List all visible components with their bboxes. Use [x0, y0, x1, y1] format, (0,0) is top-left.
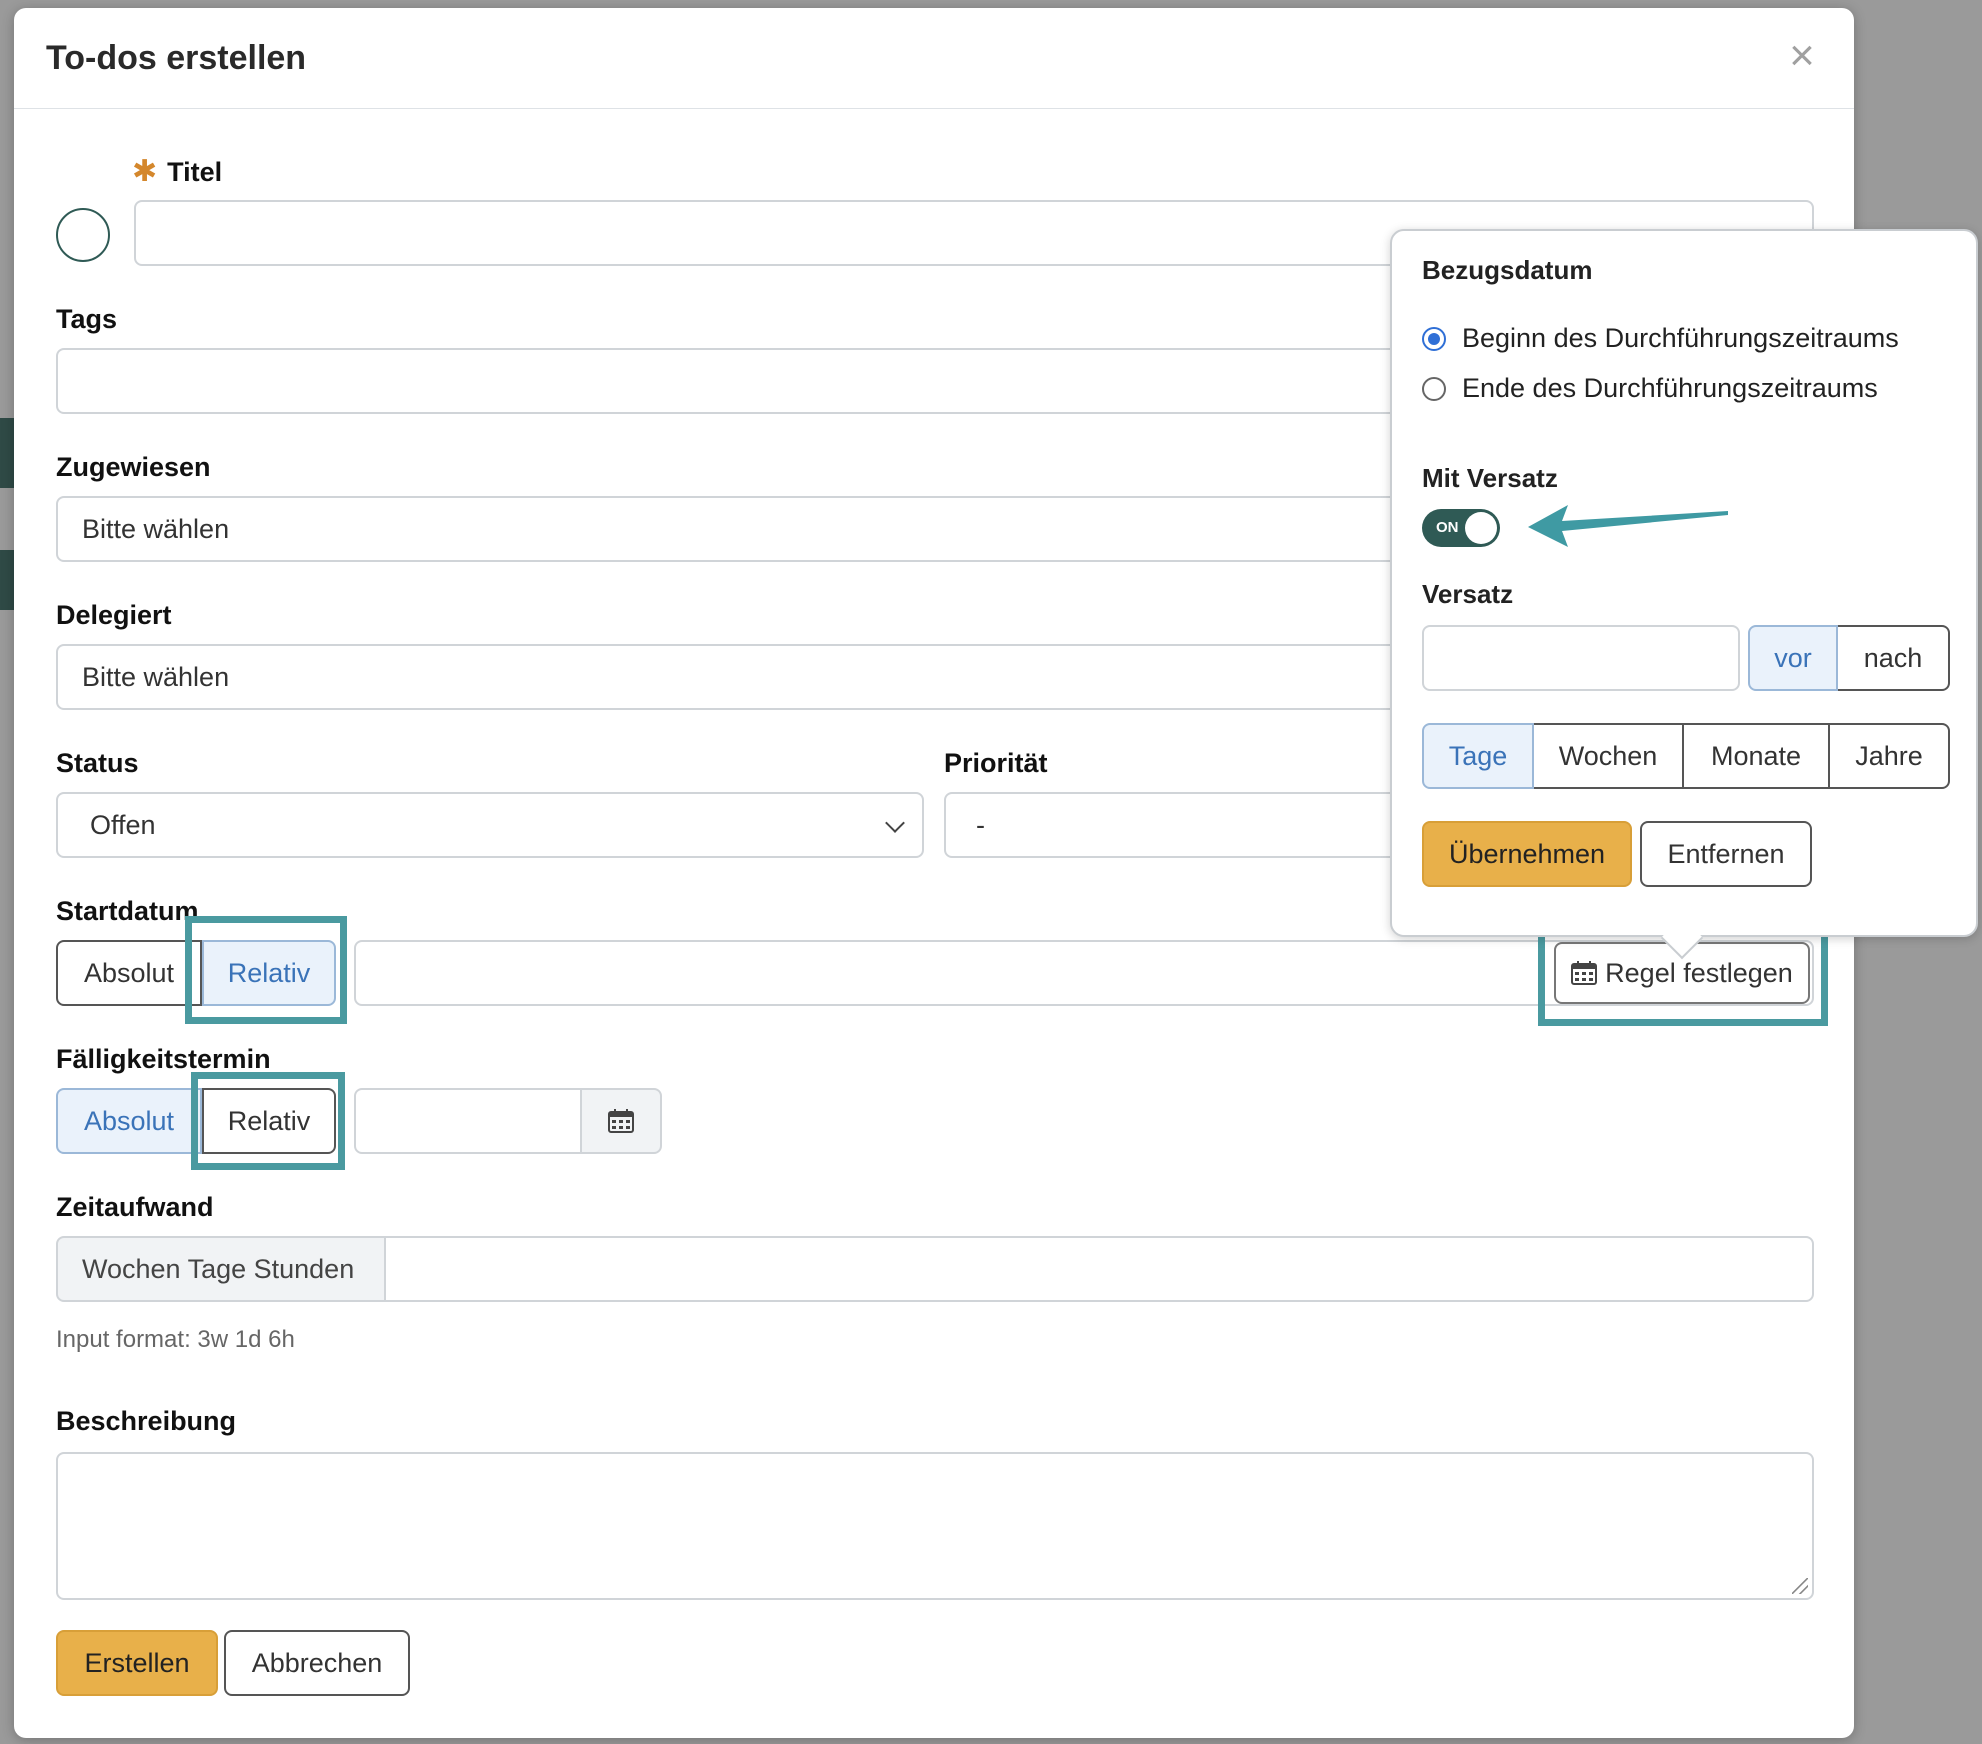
- background-fragment: [0, 418, 14, 488]
- arrow-annotation-icon: [1528, 505, 1728, 547]
- title-label-text: Titel: [167, 157, 223, 187]
- reference-option-end-label: Ende des Durchführungszeitraums: [1462, 373, 1878, 403]
- start-absolute-button[interactable]: Absolut: [56, 940, 202, 1006]
- delegated-label: Delegiert: [56, 600, 172, 630]
- calendar-icon: [608, 1109, 634, 1133]
- reference-option-end[interactable]: Ende des Durchführungszeitraums: [1422, 373, 1878, 404]
- offset-toggle-label: Mit Versatz: [1422, 463, 1558, 493]
- tags-label: Tags: [56, 304, 118, 334]
- delegated-value: Bitte wählen: [82, 661, 230, 692]
- toggle-knob: [1465, 512, 1497, 544]
- effort-label: Zeitaufwand: [56, 1192, 214, 1222]
- create-button[interactable]: Erstellen: [56, 1630, 218, 1696]
- resize-grip-icon[interactable]: [1792, 1578, 1808, 1594]
- reference-option-start[interactable]: Beginn des Durchführungszeitraums: [1422, 323, 1899, 354]
- effort-addon: Wochen Tage Stunden: [56, 1236, 386, 1302]
- highlight-box: [185, 916, 347, 1024]
- required-star-icon: ✱: [132, 155, 158, 188]
- chevron-down-icon: [885, 813, 905, 833]
- priority-label: Priorität: [944, 748, 1048, 778]
- assigned-label: Zugewiesen: [56, 452, 211, 482]
- todo-done-circle[interactable]: [56, 208, 110, 262]
- reference-date-label: Bezugsdatum: [1422, 255, 1593, 285]
- cancel-button[interactable]: Abbrechen: [224, 1630, 410, 1696]
- offset-before-button[interactable]: vor: [1748, 625, 1838, 691]
- remove-button[interactable]: Entfernen: [1640, 821, 1812, 887]
- title-label: ✱ Titel: [132, 154, 222, 189]
- unit-days-button[interactable]: Tage: [1422, 723, 1534, 789]
- offset-direction-group: vor nach: [1748, 625, 1950, 691]
- reference-option-start-label: Beginn des Durchführungszeitraums: [1462, 323, 1899, 353]
- description-label: Beschreibung: [56, 1406, 237, 1436]
- offset-toggle[interactable]: ON: [1422, 509, 1500, 547]
- effort-input[interactable]: [384, 1236, 1814, 1302]
- rule-popover: Bezugsdatum Beginn des Durchführungszeit…: [1390, 229, 1978, 960]
- status-value: Offen: [90, 809, 156, 840]
- toggle-state-label: ON: [1436, 519, 1459, 536]
- unit-years-button[interactable]: Jahre: [1830, 723, 1950, 789]
- due-date-calendar-button[interactable]: [580, 1088, 662, 1154]
- offset-label: Versatz: [1422, 579, 1514, 609]
- description-textarea[interactable]: [56, 1452, 1814, 1600]
- apply-button[interactable]: Übernehmen: [1422, 821, 1632, 887]
- offset-after-button[interactable]: nach: [1838, 625, 1950, 691]
- status-select[interactable]: Offen: [56, 792, 924, 858]
- start-date-label: Startdatum: [56, 896, 199, 926]
- effort-hint: Input format: 3w 1d 6h: [56, 1326, 295, 1353]
- priority-value: -: [976, 809, 985, 840]
- highlight-box: [191, 1072, 345, 1170]
- assigned-value: Bitte wählen: [82, 513, 230, 544]
- radio-start[interactable]: [1422, 326, 1446, 351]
- background-fragment: [0, 550, 14, 610]
- due-date-input[interactable]: [354, 1088, 582, 1154]
- close-icon[interactable]: ×: [1782, 34, 1822, 78]
- offset-input[interactable]: [1422, 625, 1740, 691]
- status-label: Status: [56, 748, 139, 778]
- due-absolute-button[interactable]: Absolut: [56, 1088, 202, 1154]
- due-date-label: Fälligkeitstermin: [56, 1044, 271, 1074]
- unit-months-button[interactable]: Monate: [1684, 723, 1830, 789]
- radio-end[interactable]: [1422, 376, 1446, 401]
- unit-weeks-button[interactable]: Wochen: [1534, 723, 1684, 789]
- modal-header: To-dos erstellen ×: [14, 8, 1854, 109]
- offset-unit-group: Tage Wochen Monate Jahre: [1422, 723, 1950, 789]
- modal-title: To-dos erstellen: [46, 38, 307, 77]
